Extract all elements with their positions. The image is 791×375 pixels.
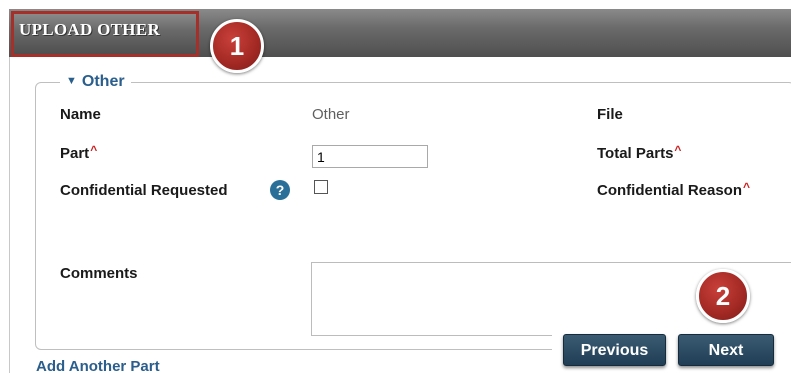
confidential-reason-label-text: Confidential Reason xyxy=(597,182,743,199)
previous-button[interactable]: Previous xyxy=(563,334,666,366)
confidential-requested-label: Confidential Requested xyxy=(60,182,228,199)
add-another-part-link[interactable]: Add Another Part xyxy=(36,358,160,375)
confidential-reason-label: Confidential Reason^ xyxy=(597,180,751,199)
part-label-text: Part xyxy=(60,145,90,162)
section-legend: Other xyxy=(81,73,125,90)
help-icon[interactable]: ? xyxy=(270,180,290,200)
name-value: Other xyxy=(312,106,350,123)
file-label: File xyxy=(597,106,623,123)
next-button[interactable]: Next xyxy=(678,334,774,366)
page-title: UPLOAD OTHER xyxy=(19,20,161,39)
part-input[interactable] xyxy=(312,145,428,168)
other-section-toggle[interactable]: ▼ Other xyxy=(60,73,131,91)
confidential-requested-checkbox[interactable] xyxy=(314,180,328,194)
total-parts-label: Total Parts^ xyxy=(597,143,682,162)
name-label: Name xyxy=(60,106,101,123)
required-marker: ^ xyxy=(743,180,751,194)
required-marker: ^ xyxy=(674,143,682,157)
part-label: Part^ xyxy=(60,143,98,162)
comments-label: Comments xyxy=(60,265,138,282)
callout-marker-2: 2 xyxy=(696,269,750,323)
required-marker: ^ xyxy=(90,143,98,157)
total-parts-label-text: Total Parts xyxy=(597,145,674,162)
caret-down-icon: ▼ xyxy=(66,75,77,87)
callout-marker-1: 1 xyxy=(210,19,264,73)
